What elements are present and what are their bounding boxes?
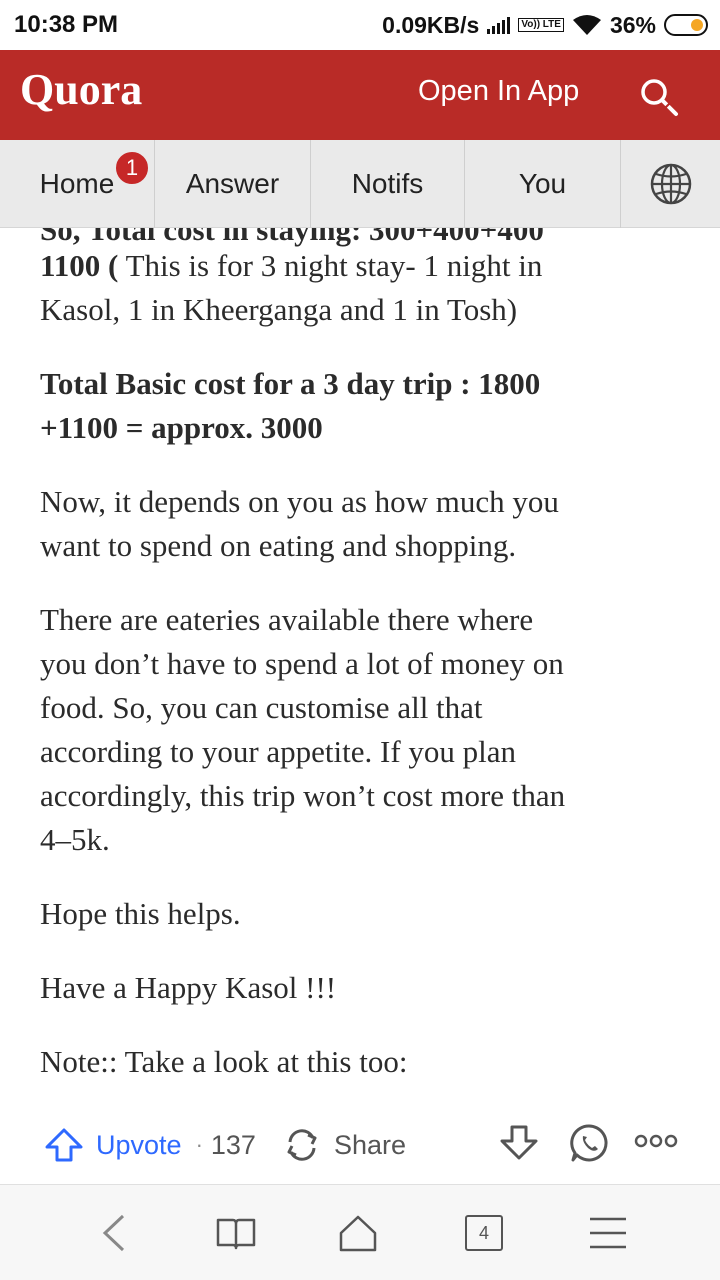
share-button[interactable]: Share	[282, 1120, 406, 1170]
total-cost-line-2: +1100 = approx. 3000	[40, 410, 323, 445]
quora-logo[interactable]: Quora	[20, 64, 142, 115]
wifi-icon	[572, 15, 601, 35]
upvote-count: 137	[210, 1129, 256, 1160]
home-button[interactable]	[336, 1211, 380, 1255]
status-indicators: 0.09KB/s Vo)) LTE 36%	[382, 8, 708, 42]
main-tab-bar: Home 1 Answer Notifs You	[0, 140, 720, 228]
share-label: Share	[334, 1129, 407, 1160]
upvote-button[interactable]: Upvote · 137	[44, 1120, 256, 1170]
status-time: 10:38 PM	[14, 11, 119, 38]
tabs-button[interactable]: 4	[462, 1211, 506, 1255]
tab-home-label: Home	[39, 168, 115, 199]
eateries-line-1: There are eateries available there where	[40, 602, 534, 637]
paragraph-hope: Hope this helps.	[40, 896, 241, 931]
globe-icon	[650, 163, 691, 205]
upvote-label: Upvote	[96, 1129, 182, 1160]
paragraph-eateries: There are eateries available there where…	[40, 598, 680, 862]
menu-button[interactable]	[586, 1211, 630, 1255]
spending-line-1: Now, it depends on you as how much you	[40, 484, 559, 519]
search-icon[interactable]	[638, 76, 680, 118]
tab-home[interactable]: Home 1	[0, 140, 155, 228]
home-icon	[339, 1215, 377, 1252]
tab-you[interactable]: You	[465, 140, 621, 228]
back-button[interactable]	[92, 1211, 136, 1255]
paragraph-stay-cost: 1100 ( This is for 3 night stay- 1 night…	[40, 244, 680, 332]
stay-cost-detail: This is for 3 night stay- 1 night in	[118, 248, 543, 283]
paragraph-note: Note:: Take a look at this too:	[40, 1044, 408, 1079]
bookmarks-button[interactable]	[214, 1211, 258, 1255]
notification-badge: 1	[114, 150, 150, 186]
answer-action-bar: Upvote · 137 Share	[0, 1108, 720, 1184]
stay-cost-detail-2: Kasol, 1 in Kheerganga and 1 in Tosh)	[40, 292, 518, 327]
spending-line-2: want to spend on eating and shopping.	[40, 528, 517, 563]
volte-icon: Vo)) LTE	[518, 18, 564, 32]
more-options-icon[interactable]	[634, 1132, 678, 1150]
tab-notifs-label: Notifs	[351, 168, 424, 199]
status-bar: 10:38 PM 0.09KB/s Vo)) LTE 36%	[0, 0, 720, 50]
tab-language[interactable]	[621, 140, 720, 228]
browser-nav-bar: 4	[0, 1184, 720, 1280]
signal-icon	[487, 16, 511, 34]
eateries-line-5: accordingly, this trip won’t cost more t…	[40, 778, 566, 813]
upvote-arrow-icon	[45, 1128, 83, 1162]
eateries-line-2: you don’t have to spend a lot of money o…	[40, 646, 564, 681]
battery-percent: 36%	[609, 11, 656, 38]
eateries-line-4: according to your appetite. If you plan	[40, 734, 517, 769]
paragraph-happy-kasol: Have a Happy Kasol !!!	[40, 970, 337, 1005]
tab-notifs[interactable]: Notifs	[311, 140, 465, 228]
whatsapp-icon[interactable]	[568, 1122, 610, 1164]
paragraph-total-cost: Total Basic cost for a 3 day trip : 1800…	[40, 362, 680, 450]
network-speed: 0.09KB/s	[382, 11, 480, 38]
upvote-separator: ·	[195, 1132, 203, 1157]
tab-answer[interactable]: Answer	[155, 140, 311, 228]
battery-icon	[664, 14, 708, 36]
eateries-line-3: food. So, you can customise all that	[40, 690, 483, 725]
tab-answer-label: Answer	[185, 168, 280, 199]
total-cost-line-1: Total Basic cost for a 3 day trip : 1800	[40, 366, 541, 401]
menu-icon	[590, 1217, 626, 1249]
paragraph-spending: Now, it depends on you as how much you w…	[40, 480, 680, 568]
stay-cost-total: 1100 (	[40, 248, 119, 283]
back-arrow-icon	[102, 1214, 125, 1252]
share-icon	[287, 1129, 317, 1161]
book-icon	[216, 1218, 256, 1250]
tab-count: 4	[465, 1215, 503, 1251]
eateries-line-6: 4–5k.	[40, 822, 110, 857]
open-in-app-button[interactable]: Open In App	[418, 75, 579, 108]
tab-you-label: You	[518, 168, 567, 199]
answer-content: So, Total cost in staying: 300+400+400 1…	[0, 228, 720, 1108]
downvote-icon[interactable]	[498, 1122, 540, 1162]
app-header: Quora Open In App	[0, 50, 720, 140]
